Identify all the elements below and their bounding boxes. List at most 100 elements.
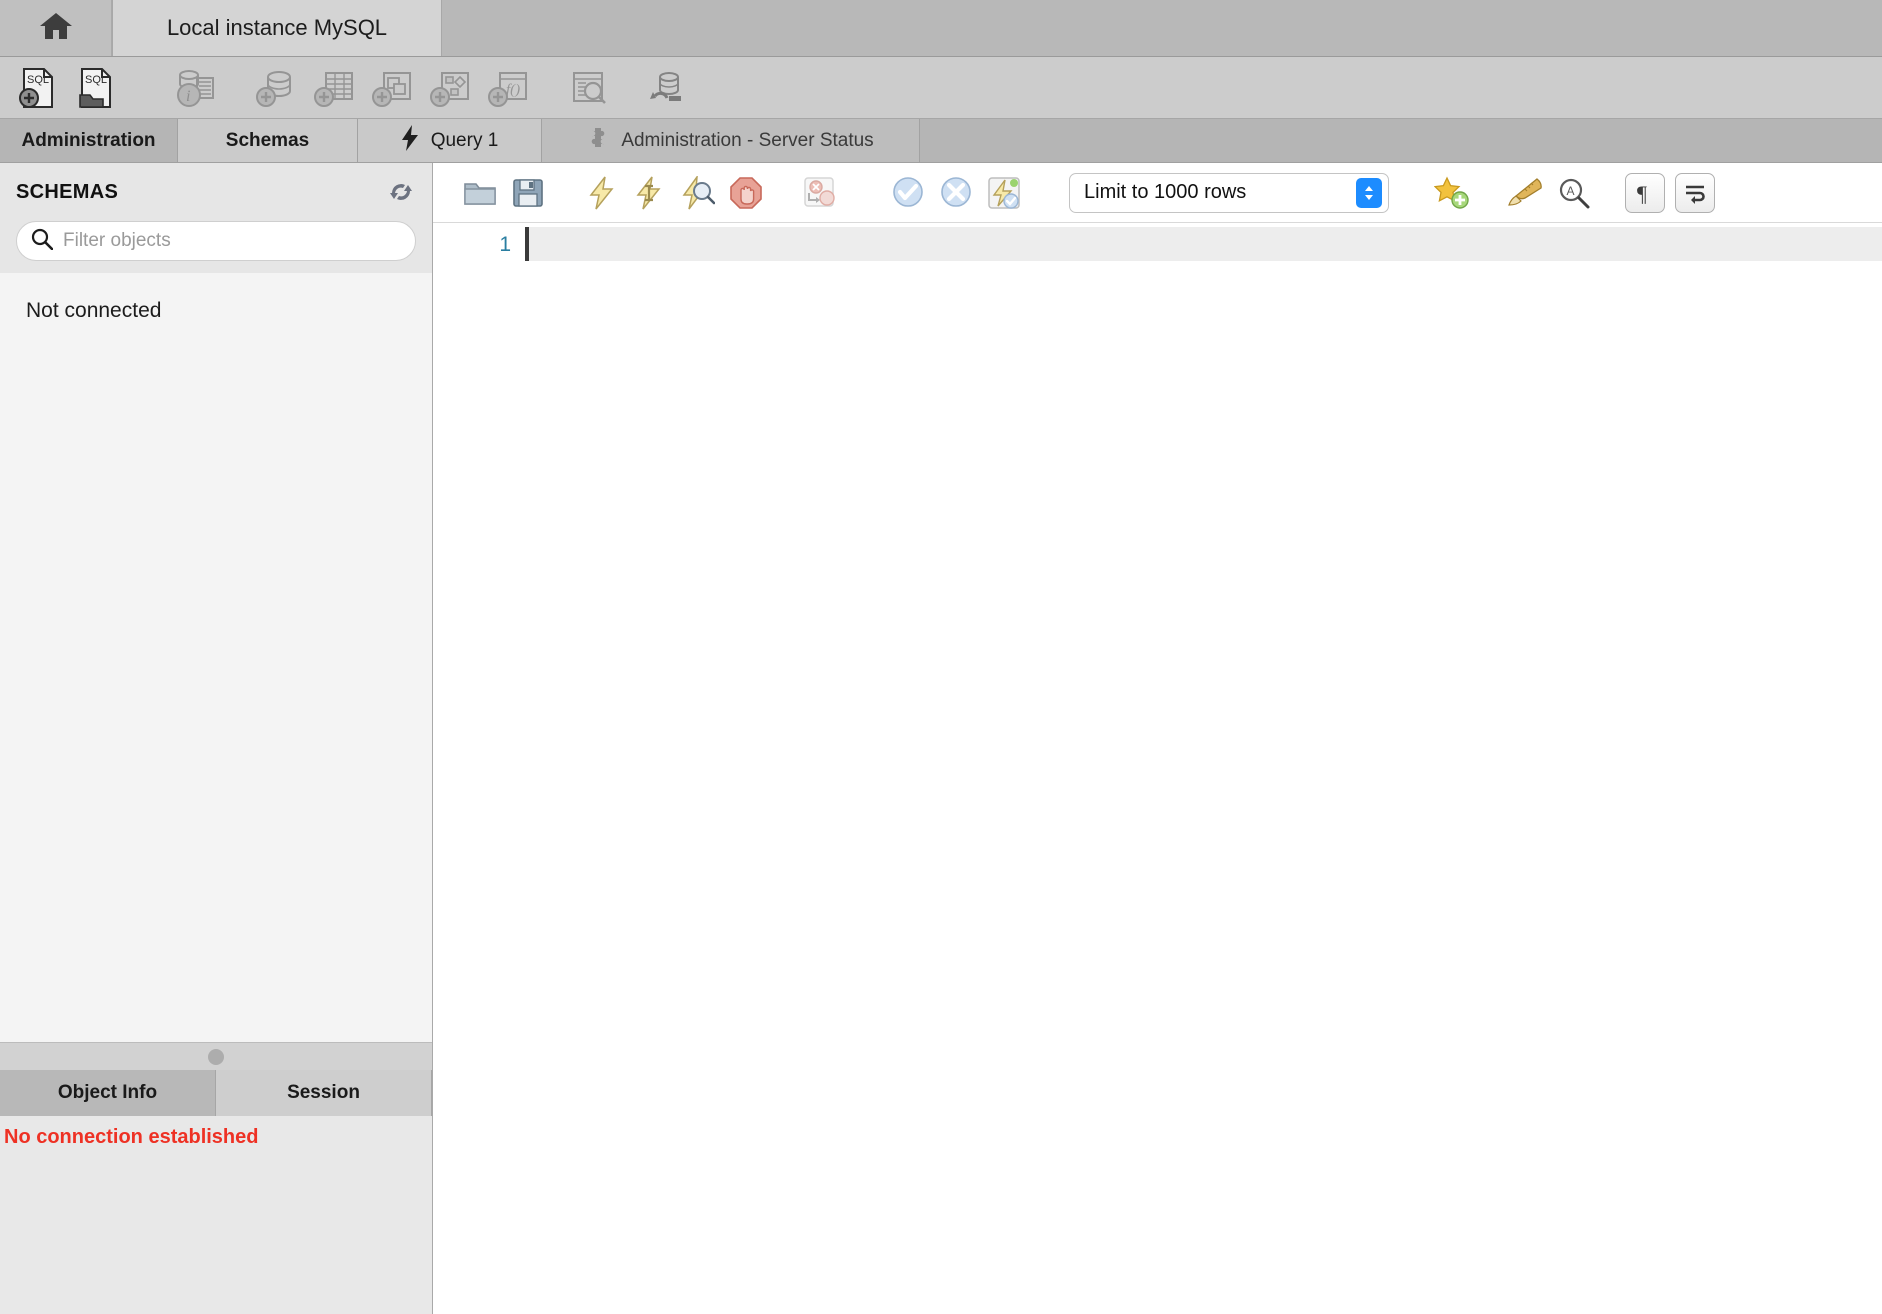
sidebar-bottom-tabs: Object Info Session xyxy=(0,1070,432,1116)
tab-query-1-label: Query 1 xyxy=(430,129,499,151)
new-sql-tab-button[interactable]: SQL xyxy=(10,62,66,114)
execute-current-statement-button[interactable] xyxy=(627,170,673,216)
connection-tab-label: Local instance MySQL xyxy=(166,15,388,40)
search-table-data-button xyxy=(560,62,616,114)
autocommit-button[interactable] xyxy=(981,170,1027,216)
find-button[interactable]: A xyxy=(1551,170,1597,216)
filter-objects-field[interactable] xyxy=(16,221,416,261)
rollback-icon xyxy=(941,176,971,207)
connection-status-message: No connection established xyxy=(4,1126,259,1148)
save-file-icon xyxy=(513,178,543,207)
connection-tab[interactable]: Local instance MySQL xyxy=(112,0,442,56)
execute-icon xyxy=(589,176,614,209)
schemas-header: SCHEMAS xyxy=(0,163,432,273)
splitter-handle[interactable] xyxy=(208,1048,224,1065)
autocommit-icon xyxy=(988,176,1020,209)
tab-administration[interactable]: Administration xyxy=(0,119,178,162)
panel-tabbar-filler xyxy=(920,119,1882,162)
tab-session[interactable]: Session xyxy=(216,1070,432,1116)
execute-statement-button[interactable] xyxy=(579,170,625,216)
tab-schemas-label: Schemas xyxy=(225,129,310,151)
svg-text:¶: ¶ xyxy=(1637,181,1647,205)
query-toolbar: Limit to 1000 rows A ¶ xyxy=(433,163,1882,223)
svg-text:SQL: SQL xyxy=(27,74,49,86)
wrap-lines-toggle[interactable] xyxy=(1675,172,1715,213)
stop-on-error-button[interactable] xyxy=(797,170,843,216)
window-tabbar: Local instance MySQL xyxy=(0,0,1882,57)
explain-statement-button[interactable] xyxy=(675,170,721,216)
svg-text:A: A xyxy=(1567,184,1575,198)
svg-text:f(): f() xyxy=(506,82,520,98)
reconnect-server-button xyxy=(640,62,696,114)
search-icon xyxy=(31,228,54,255)
save-snippet-button[interactable] xyxy=(1429,170,1475,216)
explain-icon xyxy=(682,175,715,209)
stop-on-error-icon xyxy=(804,176,835,207)
create-schema-icon xyxy=(256,70,291,107)
tab-object-info-label: Object Info xyxy=(57,1082,158,1103)
mysql-workbench-window: Local instance MySQL SQL SQL i f() Admin… xyxy=(0,0,1882,1314)
refresh-button[interactable] xyxy=(386,177,416,207)
tab-administration-label: Administration xyxy=(21,129,156,151)
line-number: 1 xyxy=(499,233,511,256)
lightning-icon xyxy=(401,124,419,157)
open-file-button[interactable] xyxy=(457,170,503,216)
query-editor-pane: Limit to 1000 rows A ¶ 1 xyxy=(433,163,1882,1314)
body: SCHEMAS Filter objects Not connected Obj… xyxy=(0,163,1882,1314)
server-info-button: i xyxy=(168,62,224,114)
chevron-updown-icon[interactable] xyxy=(1356,177,1382,208)
tab-query-1[interactable]: Query 1 xyxy=(358,119,542,162)
create-view-button xyxy=(364,62,420,114)
sidebar-splitter[interactable] xyxy=(0,1042,432,1070)
create-schema-button xyxy=(248,62,304,114)
create-procedure-button xyxy=(422,62,478,114)
create-table-button xyxy=(306,62,362,114)
limit-rows-value: Limit to 1000 rows xyxy=(1084,181,1247,203)
create-view-icon xyxy=(372,71,411,107)
main-toolbar: SQL SQL i f() xyxy=(0,57,1882,119)
execute-current-icon xyxy=(636,176,661,209)
svg-text:SQL: SQL xyxy=(85,74,107,86)
server-info-icon: i xyxy=(177,69,214,107)
refresh-icon xyxy=(390,184,412,200)
schema-list: Not connected xyxy=(0,273,432,1042)
rollback-button[interactable] xyxy=(933,170,979,216)
invisible-chars-icon: ¶ xyxy=(1637,181,1647,205)
svg-text:i: i xyxy=(186,88,190,105)
create-table-icon xyxy=(314,71,353,107)
create-function-button: f() xyxy=(480,62,536,114)
commit-icon xyxy=(893,176,923,207)
save-file-button[interactable] xyxy=(505,170,551,216)
beautify-sql-button[interactable] xyxy=(1503,170,1549,216)
open-sql-script-button[interactable]: SQL xyxy=(68,62,124,114)
tab-object-info[interactable]: Object Info xyxy=(0,1070,216,1116)
tab-session-label: Session xyxy=(287,1082,360,1103)
schema-list-empty-message: Not connected xyxy=(26,299,162,322)
tab-schemas[interactable]: Schemas xyxy=(178,119,358,162)
panel-tabbar: Administration Schemas Query 1 Administr… xyxy=(0,119,1882,163)
stop-icon xyxy=(730,176,762,209)
current-line-highlight xyxy=(525,227,1882,261)
schemas-title: SCHEMAS xyxy=(16,180,119,203)
find-icon: A xyxy=(1559,178,1590,208)
open-sql-script-icon: SQL xyxy=(79,67,111,108)
sql-editor[interactable]: 1 xyxy=(433,223,1882,1314)
wrap-lines-icon xyxy=(1686,185,1705,204)
reconnect-server-icon xyxy=(650,71,681,101)
object-info-panel: No connection established xyxy=(0,1116,432,1314)
text-caret xyxy=(525,227,529,261)
limit-rows-select[interactable]: Limit to 1000 rows xyxy=(1069,172,1389,213)
invisible-chars-toggle[interactable]: ¶ xyxy=(1625,172,1665,213)
tab-administration-server-status-label: Administration - Server Status xyxy=(621,129,874,151)
schemas-sidebar: SCHEMAS Filter objects Not connected Obj… xyxy=(0,163,433,1314)
tab-administration-server-status[interactable]: Administration - Server Status xyxy=(542,119,920,162)
home-icon xyxy=(39,11,73,46)
commit-button[interactable] xyxy=(885,170,931,216)
open-file-icon xyxy=(464,182,496,205)
editor-code-area[interactable] xyxy=(525,223,1882,1314)
home-button[interactable] xyxy=(0,0,112,56)
search-input[interactable] xyxy=(63,222,401,260)
new-sql-tab-icon: SQL xyxy=(19,67,53,108)
stop-statement-button[interactable] xyxy=(723,170,769,216)
create-function-icon: f() xyxy=(488,71,527,107)
